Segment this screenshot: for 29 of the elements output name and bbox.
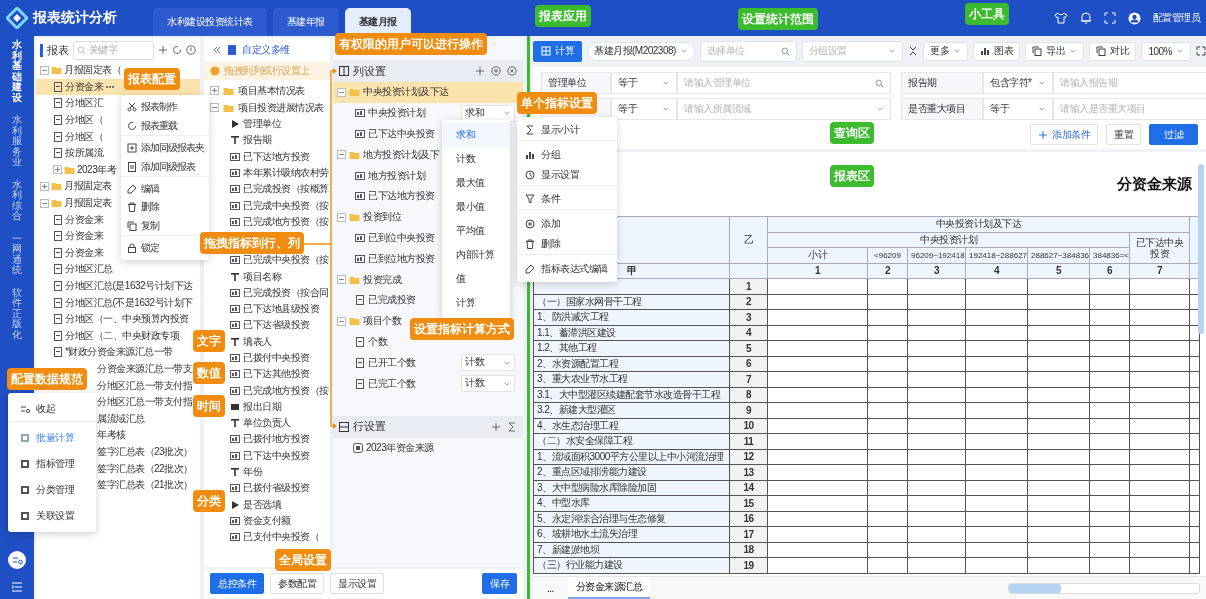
- annotation-tooltip: 报表配置: [124, 68, 180, 90]
- annotation-tooltip: 设置指标计算方式: [410, 318, 514, 340]
- app-title: 报表统计分析: [33, 9, 117, 27]
- annotation-tooltip: 全局设置: [275, 549, 331, 571]
- panel-title: 报表: [46, 42, 69, 58]
- filter-label: 管理单位: [541, 72, 611, 94]
- annotation-tooltip: 有权限的用户可以进行操作: [335, 33, 487, 55]
- table-header: 已下达中央投资: [1129, 232, 1190, 263]
- annotation-tooltip: 设置统计范围: [738, 8, 818, 30]
- annotation-tooltip: 配置数据规范: [7, 368, 87, 390]
- annotation-tooltip: 查询区: [830, 122, 874, 144]
- filter-label: 是否重大项目: [901, 98, 983, 120]
- annotation-tooltip: 时间: [193, 395, 225, 417]
- annotation-tooltip: 文字: [193, 330, 225, 352]
- section-title: 行设置: [353, 419, 386, 435]
- table-header: 中央投资计划及下达: [767, 216, 1190, 232]
- annotation-tooltip: 单个指标设置: [517, 92, 597, 114]
- report-title: 分资金来源: [1117, 174, 1192, 194]
- section-title: 列设置: [353, 63, 386, 79]
- annotation-tooltip: 数值: [193, 362, 225, 384]
- annotation-tooltip: 报表区: [830, 165, 874, 187]
- annotation-tooltip: 小工具: [965, 3, 1009, 25]
- filter-label: 报告期: [901, 72, 983, 94]
- panel-title: 自定义多维: [242, 43, 290, 57]
- annotation-tooltip: 拖拽指标到行、列: [200, 232, 304, 254]
- table-header: 乙: [729, 216, 768, 263]
- hint-text: 拖拽到列或行设置上: [224, 64, 310, 78]
- annotation-tooltip: 分类: [193, 490, 225, 512]
- annotation-tooltip: 报表应用: [535, 5, 591, 27]
